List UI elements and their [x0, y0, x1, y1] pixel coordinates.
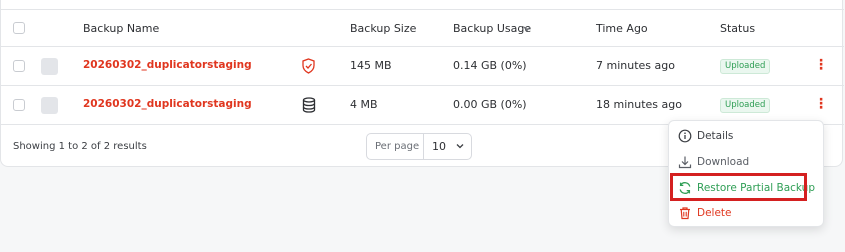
column-header-usage[interactable]: Backup Usage	[453, 22, 531, 35]
menu-item-delete[interactable]: Delete	[669, 202, 823, 226]
menu-item-download[interactable]: Download	[669, 151, 823, 175]
per-page-label: Per page	[375, 141, 420, 152]
column-header-status: Status	[720, 22, 756, 35]
column-header-time[interactable]: Time Ago	[596, 22, 648, 35]
sort-chevron-down-icon[interactable]	[523, 26, 531, 32]
backup-thumbnail	[41, 58, 58, 75]
backup-thumbnail	[41, 97, 58, 114]
status-badge: Uploaded	[720, 59, 771, 74]
row-checkbox[interactable]	[13, 99, 25, 111]
status-badge: Uploaded	[720, 98, 771, 113]
info-icon	[678, 129, 692, 143]
table-header: Backup Name Backup Size Backup Usage Tim…	[1, 9, 844, 47]
table-row[interactable]: 20260302_duplicatorstaging 145 MB 0.14 G…	[1, 47, 844, 86]
per-page-divider	[423, 134, 424, 159]
per-page-value[interactable]: 10	[432, 140, 446, 153]
more-actions-icon[interactable]: ⋮	[814, 58, 828, 72]
time-ago: 7 minutes ago	[596, 59, 675, 72]
trash-icon	[680, 207, 690, 220]
per-page-select[interactable]: Per page 10	[366, 133, 472, 160]
menu-item-label: Delete	[697, 207, 732, 219]
select-all-checkbox[interactable]	[13, 22, 25, 34]
download-icon	[678, 156, 692, 169]
menu-item-details[interactable]: Details	[669, 125, 823, 149]
backup-name-link[interactable]: 20260302_duplicatorstaging	[83, 59, 252, 71]
time-ago: 18 minutes ago	[596, 98, 682, 111]
backup-usage: 0.00 GB (0%)	[453, 98, 527, 111]
row-checkbox[interactable]	[13, 60, 25, 72]
highlight-box	[670, 173, 807, 201]
backup-usage: 0.14 GB (0%)	[453, 59, 527, 72]
chevron-down-icon[interactable]	[455, 140, 465, 152]
column-header-name[interactable]: Backup Name	[83, 22, 159, 35]
menu-item-label: Download	[697, 156, 750, 168]
more-actions-icon[interactable]: ⋮	[814, 97, 828, 111]
shield-icon	[302, 58, 315, 74]
menu-item-label: Details	[697, 130, 734, 142]
backup-name-link[interactable]: 20260302_duplicatorstaging	[83, 98, 252, 110]
backup-size: 145 MB	[350, 59, 392, 72]
backup-size: 4 MB	[350, 98, 378, 111]
pagination-summary: Showing 1 to 2 of 2 results	[13, 141, 147, 152]
database-icon	[302, 97, 316, 113]
column-header-size[interactable]: Backup Size	[350, 22, 416, 35]
